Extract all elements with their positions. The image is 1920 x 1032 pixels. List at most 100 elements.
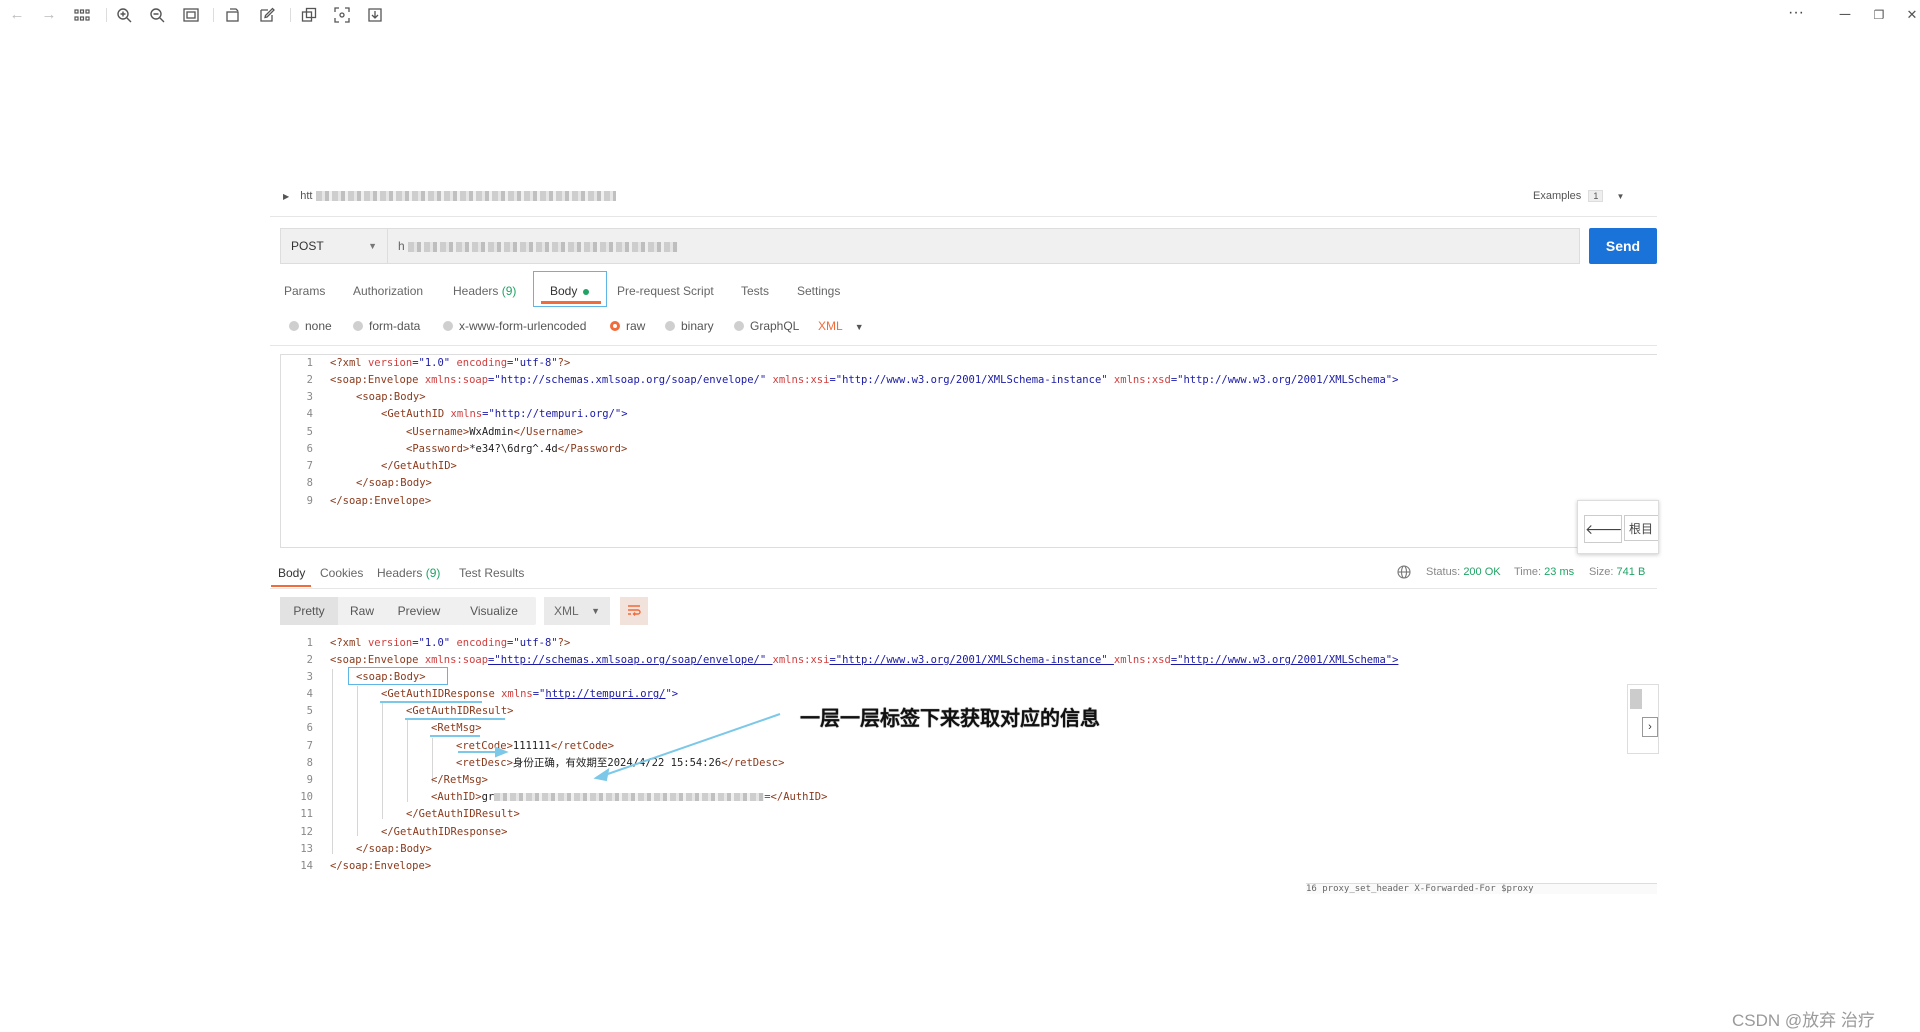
resp-tab-body[interactable]: Body [278,566,305,580]
line-number: 5 [306,426,313,438]
send-button[interactable]: Send [1589,228,1657,264]
side-widget-label[interactable]: 根目 [1624,515,1658,541]
scrollbar-thumb[interactable] [1630,689,1642,709]
save-icon[interactable] [364,4,386,26]
code-line: <soap:Envelope xmlns:soap="http://schema… [330,374,1399,386]
code-line: </GetAuthIDResult> [406,808,520,820]
url-input[interactable]: h [388,228,1580,264]
tab-params[interactable]: Params [284,284,325,298]
chevron-right-icon[interactable]: › [1642,717,1658,737]
collapse-triangle-icon[interactable]: ▶ [283,192,289,201]
examples-dropdown[interactable]: Examples 1 ▼ [1533,190,1624,202]
line-number: 9 [306,774,313,786]
indent-guide [332,669,333,854]
line-number: 4 [306,688,313,700]
time-label: Time: [1514,566,1542,578]
format-pretty-button[interactable]: Pretty [280,597,338,625]
back-icon[interactable]: ← [6,4,28,26]
tab-headers[interactable]: Headers (9) [453,284,516,298]
method-select[interactable]: POST ▼ [280,228,388,264]
body-format-label: XML [818,319,843,333]
code-line: <Password>*e34?\6drg^.4d</Password> [406,443,628,455]
radio-icon [734,321,744,331]
watermark: CSDN @放弃 治疗 [1732,1011,1875,1030]
chevron-down-icon: ▼ [1616,192,1625,201]
tab-tests[interactable]: Tests [741,284,769,298]
copy-icon[interactable] [298,4,320,26]
crop-icon[interactable] [331,4,353,26]
radio-raw[interactable]: raw [610,319,645,333]
close-icon[interactable]: ✕ [1901,4,1920,26]
globe-icon[interactable] [1397,565,1411,582]
radio-none-label: none [305,319,332,333]
code-line: <?xml version="1.0" encoding="utf-8"?> [330,357,571,369]
divider [270,216,1657,217]
line-number: 7 [306,460,313,472]
rotate-icon[interactable] [222,4,244,26]
radio-none[interactable]: none [289,319,332,333]
fit-icon[interactable] [180,4,202,26]
headers-count: (9) [501,284,517,298]
active-tab-indicator [541,301,601,304]
code-line: </soap:Body> [356,477,432,489]
tab-settings[interactable]: Settings [797,284,840,298]
restore-icon[interactable]: ❐ [1868,4,1890,26]
line-number: 14 [300,860,313,872]
request-name-row[interactable]: ▶ htt [283,190,616,202]
tab-authorization[interactable]: Authorization [353,284,423,298]
radio-form-data[interactable]: form-data [353,319,420,333]
resp-tab-test-results[interactable]: Test Results [459,566,524,580]
minimize-icon[interactable]: ─ [1834,4,1856,26]
zoom-in-icon[interactable] [113,4,135,26]
line-number: 7 [306,740,313,752]
line-number: 11 [300,808,313,820]
response-format-group: Pretty Raw Preview Visualize [280,597,536,625]
status-value: 200 OK [1463,566,1501,578]
wrap-lines-icon[interactable] [620,597,648,625]
format-raw-button[interactable]: Raw [338,597,386,625]
resp-tab-headers[interactable]: Headers (9) [377,566,440,580]
format-visualize-button[interactable]: Visualize [452,597,536,625]
radio-icon [665,321,675,331]
radio-urlencoded[interactable]: x-www-form-urlencoded [443,319,586,333]
tab-headers-label: Headers [453,284,499,298]
arrow-left-icon[interactable]: 🡐 [1584,515,1623,543]
radio-graphql[interactable]: GraphQL [734,319,799,333]
code-line: <soap:Body> [356,391,426,403]
radio-form-data-label: form-data [369,319,421,333]
code-line: <GetAuthID xmlns="http://tempuri.org/"> [381,408,628,420]
floating-side-widget: 🡐 根目 [1577,500,1659,554]
redacted-request-name [315,191,616,202]
code-line: <soap:Envelope xmlns:soap="http://schema… [330,654,1399,666]
response-type-select[interactable]: XML ▼ [544,597,610,625]
mini-scroll-widget: › [1627,684,1659,754]
resp-headers-count: (9) [425,566,441,580]
indent-guide [407,720,408,802]
grid-icon[interactable] [71,4,93,26]
radio-urlencoded-label: x-www-form-urlencoded [459,319,587,333]
edit-icon[interactable] [256,4,278,26]
radio-icon [289,321,299,331]
format-preview-button[interactable]: Preview [386,597,452,625]
line-number: 6 [306,722,313,734]
code-line: <Username>WxAdmin</Username> [406,426,584,438]
more-icon[interactable]: ··· [1785,2,1807,24]
tab-prerequest-script[interactable]: Pre-request Script [617,284,714,298]
forward-icon[interactable]: → [38,4,60,26]
response-status: Status: 200 OK [1426,566,1501,578]
radio-binary-label: binary [681,319,714,333]
status-label: Status: [1426,566,1461,578]
chevron-down-icon: ▼ [854,322,864,332]
code-line: <?xml version="1.0" encoding="utf-8"?> [330,637,571,649]
zoom-out-icon[interactable] [146,4,168,26]
resp-tab-cookies[interactable]: Cookies [320,566,363,580]
line-number: 8 [306,477,313,489]
body-format-select[interactable]: XML ▼ [818,319,864,333]
code-line: </soap:Envelope> [330,495,432,507]
radio-raw-label: raw [626,319,646,333]
request-name-prefix: htt [300,190,313,202]
tab-body[interactable]: Body [550,284,590,298]
chevron-down-icon: ▼ [591,606,600,616]
line-number: 9 [306,495,313,507]
radio-binary[interactable]: binary [665,319,714,333]
